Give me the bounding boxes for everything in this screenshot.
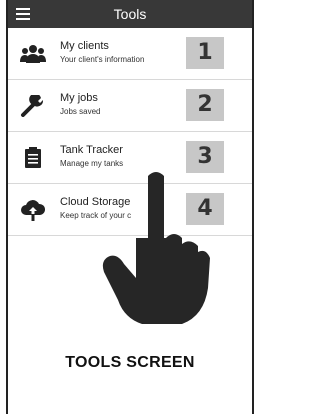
clipboard-icon bbox=[25, 147, 41, 168]
tool-label: Tank Tracker bbox=[60, 144, 123, 156]
tool-subtitle: Your client's information bbox=[60, 55, 145, 64]
tool-item-my-clients[interactable]: My clients Your client's information 1 bbox=[8, 28, 252, 80]
wrench-icon bbox=[21, 95, 44, 117]
number-badge: 1 bbox=[186, 37, 224, 69]
page-title: Tools bbox=[113, 6, 147, 22]
tool-subtitle: Jobs saved bbox=[60, 107, 101, 116]
screen-caption: TOOLS SCREEN bbox=[65, 354, 195, 371]
tool-label: My clients bbox=[60, 40, 109, 52]
tool-label: My jobs bbox=[60, 92, 98, 104]
people-icon bbox=[20, 45, 46, 63]
top-bar: Tools bbox=[8, 0, 252, 28]
cloud-upload-icon bbox=[21, 200, 46, 221]
pointing-hand-icon bbox=[102, 172, 210, 324]
phone-screen: Tools My clients Your client's informati… bbox=[6, 0, 254, 414]
number-badge: 2 bbox=[186, 89, 224, 121]
tool-item-my-jobs[interactable]: My jobs Jobs saved 2 bbox=[8, 80, 252, 132]
